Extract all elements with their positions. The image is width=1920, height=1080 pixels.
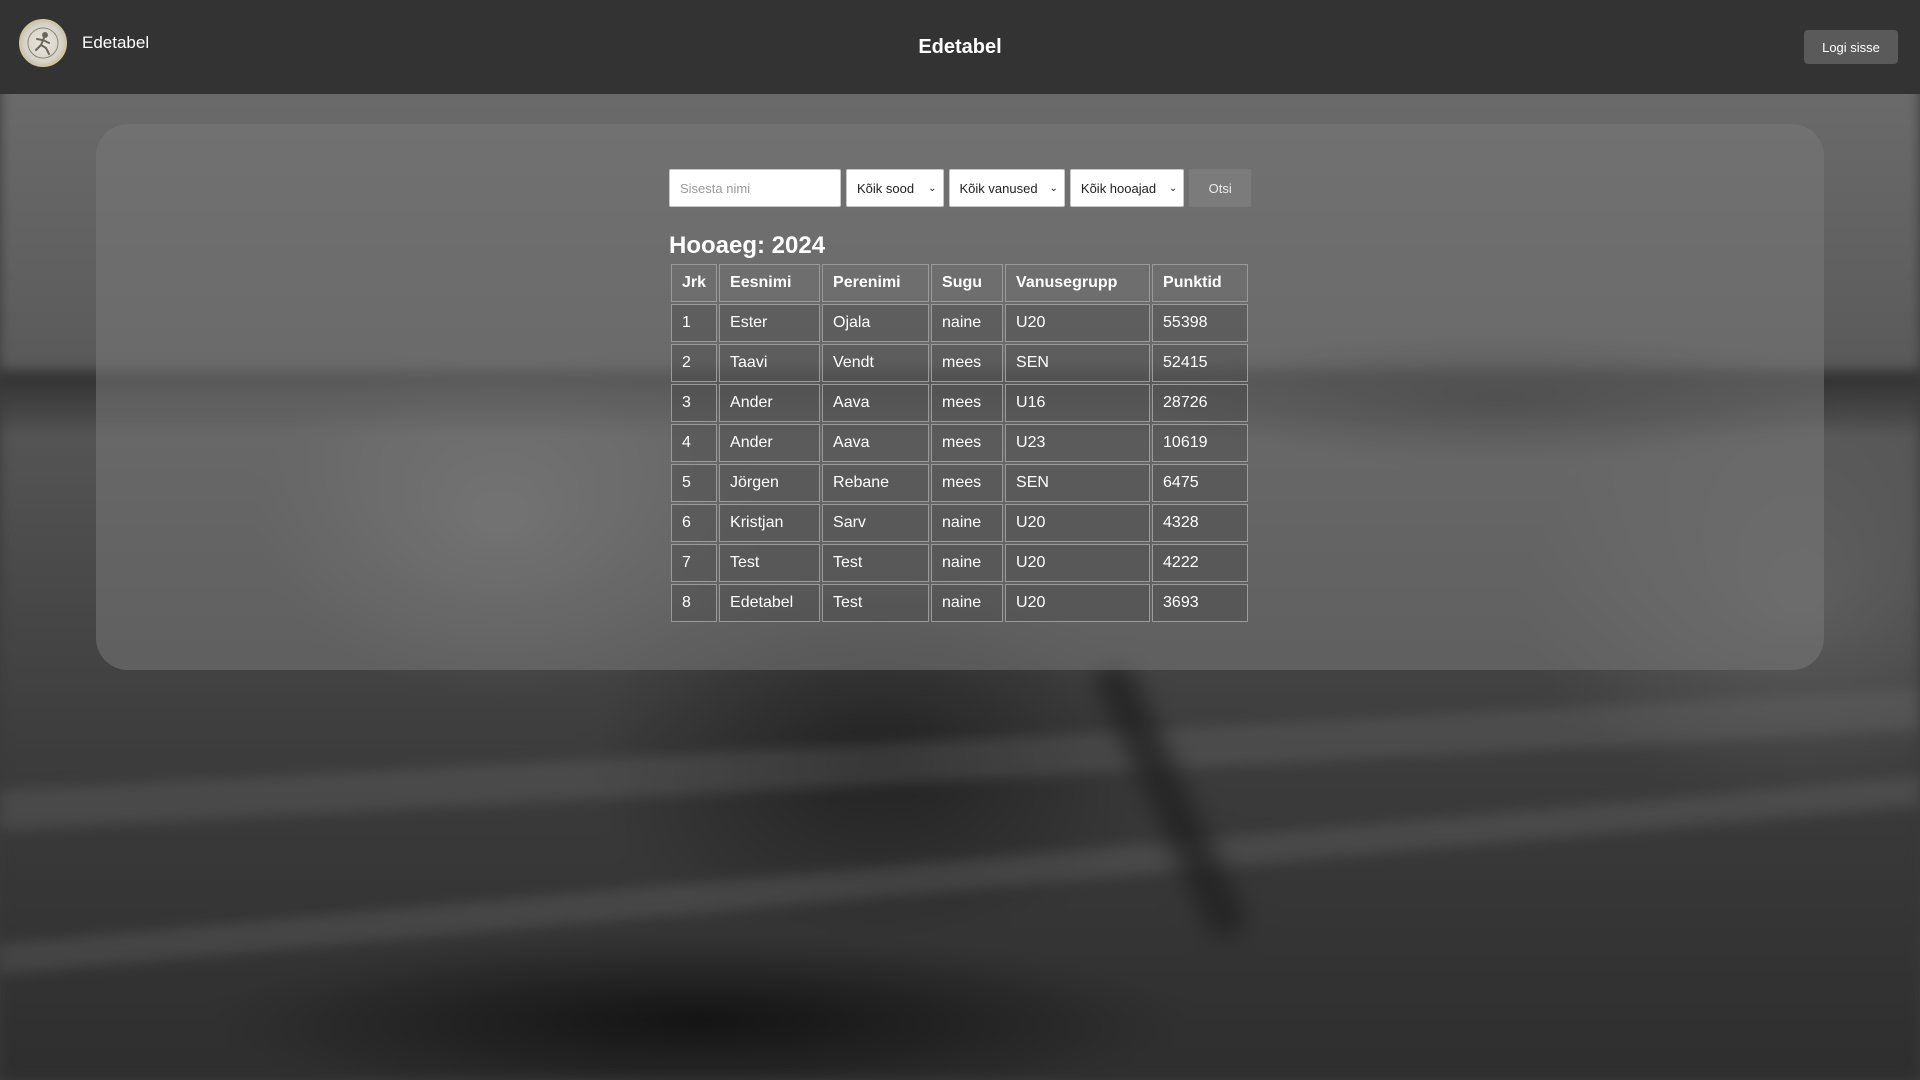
first-name-cell: Ester <box>719 304 821 342</box>
leaderboard-content: Kõik sood ⌄ Kõik vanused ⌄ Kõik hooajad … <box>669 169 1251 624</box>
points-cell: 52415 <box>1152 344 1249 382</box>
rank-cell: 2 <box>671 344 718 382</box>
age-group-cell: SEN <box>1005 344 1151 382</box>
athlete-logo-icon <box>19 19 67 67</box>
season-heading: Hooaeg: 2024 <box>669 232 826 259</box>
gender-cell: mees <box>931 464 1004 502</box>
age-group-cell: U20 <box>1005 504 1151 542</box>
gender-cell: naine <box>931 304 1004 342</box>
rank-cell: 7 <box>671 544 718 582</box>
chevron-down-icon: ⌄ <box>1049 182 1058 194</box>
table-header-row: Jrk Eesnimi Perenimi Sugu Vanusegrupp Pu… <box>671 264 1249 302</box>
table-row: 4 Ander Aava mees U23 10619 <box>671 424 1249 462</box>
last-name-cell: Ojala <box>822 304 930 342</box>
gender-cell: naine <box>931 544 1004 582</box>
age-group-select[interactable]: Kõik vanused ⌄ <box>948 169 1065 207</box>
rank-cell: 8 <box>671 584 718 622</box>
table-row: 1 Ester Ojala naine U20 55398 <box>671 304 1249 342</box>
first-name-cell: Jörgen <box>719 464 821 502</box>
first-name-cell: Test <box>719 544 821 582</box>
first-name-cell: Ander <box>719 384 821 422</box>
gender-cell: naine <box>931 584 1004 622</box>
filter-bar: Kõik sood ⌄ Kõik vanused ⌄ Kõik hooajad … <box>669 169 1251 207</box>
top-bar: Edetabel Edetabel Logi sisse <box>0 0 1920 94</box>
rank-cell: 1 <box>671 304 718 342</box>
points-cell: 6475 <box>1152 464 1249 502</box>
brand-name: Edetabel <box>82 33 150 52</box>
column-header-last-name: Perenimi <box>822 264 930 302</box>
gender-cell: naine <box>931 504 1004 542</box>
gender-cell: mees <box>931 344 1004 382</box>
last-name-cell: Vendt <box>822 344 930 382</box>
gender-select-value: Kõik sood <box>857 180 915 196</box>
age-group-cell: U16 <box>1005 384 1151 422</box>
first-name-cell: Edetabel <box>719 584 821 622</box>
rank-cell: 6 <box>671 504 718 542</box>
age-group-select-value: Kõik vanused <box>959 180 1038 196</box>
column-header-points: Punktid <box>1152 264 1249 302</box>
points-cell: 28726 <box>1152 384 1249 422</box>
table-row: 3 Ander Aava mees U16 28726 <box>671 384 1249 422</box>
brand-link[interactable]: Edetabel <box>19 19 149 67</box>
page-title: Edetabel <box>918 35 1002 58</box>
points-cell: 3693 <box>1152 584 1249 622</box>
points-cell: 4222 <box>1152 544 1249 582</box>
points-cell: 4328 <box>1152 504 1249 542</box>
first-name-cell: Ander <box>719 424 821 462</box>
column-header-gender: Sugu <box>931 264 1004 302</box>
table-row: 5 Jörgen Rebane mees SEN 6475 <box>671 464 1249 502</box>
last-name-cell: Aava <box>822 424 930 462</box>
age-group-cell: U20 <box>1005 584 1151 622</box>
first-name-cell: Taavi <box>719 344 821 382</box>
age-group-cell: U20 <box>1005 304 1151 342</box>
gender-cell: mees <box>931 384 1004 422</box>
column-header-rank: Jrk <box>671 264 718 302</box>
rank-cell: 4 <box>671 424 718 462</box>
chevron-down-icon: ⌄ <box>1168 182 1178 194</box>
season-select-value: Kõik hooajad <box>1080 180 1157 196</box>
age-group-cell: U20 <box>1005 544 1151 582</box>
last-name-cell: Sarv <box>822 504 930 542</box>
chevron-down-icon: ⌄ <box>928 182 937 194</box>
rank-cell: 3 <box>671 384 718 422</box>
table-row: 2 Taavi Vendt mees SEN 52415 <box>671 344 1249 382</box>
gender-cell: mees <box>931 424 1004 462</box>
search-button[interactable]: Otsi <box>1189 169 1251 207</box>
season-select[interactable]: Kõik hooajad ⌄ <box>1069 169 1185 207</box>
table-row: 7 Test Test naine U20 4222 <box>671 544 1249 582</box>
last-name-cell: Rebane <box>822 464 930 502</box>
column-header-first-name: Eesnimi <box>719 264 821 302</box>
last-name-cell: Aava <box>822 384 930 422</box>
last-name-cell: Test <box>822 544 930 582</box>
table-row: 8 Edetabel Test naine U20 3693 <box>671 584 1249 622</box>
login-button[interactable]: Logi sisse <box>1804 30 1898 64</box>
first-name-cell: Kristjan <box>719 504 821 542</box>
points-cell: 55398 <box>1152 304 1249 342</box>
points-cell: 10619 <box>1152 424 1249 462</box>
age-group-cell: SEN <box>1005 464 1151 502</box>
gender-select[interactable]: Kõik sood ⌄ <box>846 169 944 207</box>
table-row: 6 Kristjan Sarv naine U20 4328 <box>671 504 1249 542</box>
leaderboard-table: Jrk Eesnimi Perenimi Sugu Vanusegrupp Pu… <box>669 262 1250 624</box>
column-header-age-group: Vanusegrupp <box>1005 264 1151 302</box>
name-search-input[interactable] <box>669 169 841 207</box>
age-group-cell: U23 <box>1005 424 1151 462</box>
last-name-cell: Test <box>822 584 930 622</box>
rank-cell: 5 <box>671 464 718 502</box>
